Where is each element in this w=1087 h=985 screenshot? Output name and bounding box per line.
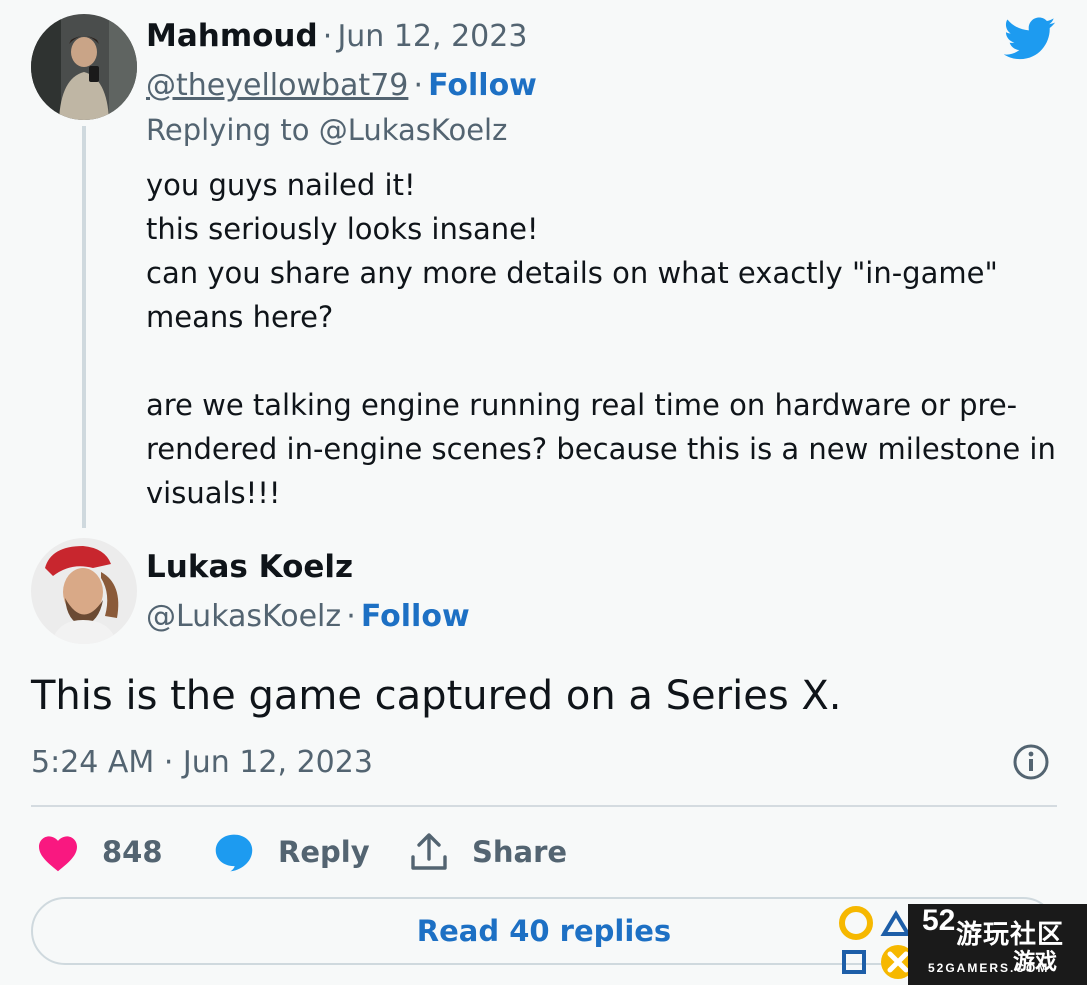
reply-body-line: rendered in-engine scenes? because this …	[146, 432, 1056, 466]
reply-body-line: means here?	[146, 300, 334, 334]
thread-connector-line	[82, 126, 86, 528]
separator-dot: ·	[413, 68, 424, 103]
reply-author-name[interactable]: Mahmoud	[146, 18, 318, 54]
main-handle-row: @LukasKoelz · Follow	[146, 599, 470, 634]
replying-to[interactable]: Replying to @LukasKoelz	[146, 113, 507, 147]
reply-body-line: you guys nailed it!	[146, 168, 416, 202]
main-author-handle[interactable]: @LukasKoelz	[146, 599, 341, 634]
divider	[31, 805, 1057, 807]
reply-icon[interactable]	[213, 832, 255, 872]
reply-header: Mahmoud · Jun 12, 2023	[146, 18, 527, 54]
watermark-symbols-icon	[839, 906, 915, 979]
share-icon[interactable]	[410, 832, 448, 872]
watermark-logo: 52 游玩社区 游戏 52GAMERS.COM	[838, 904, 1087, 985]
like-count: 848	[102, 835, 163, 869]
info-icon[interactable]	[1012, 743, 1050, 781]
watermark-site: 52GAMERS.COM	[928, 961, 1050, 975]
reply-body-line: visuals!!!	[146, 476, 281, 510]
reply-body-line: this seriously looks insane!	[146, 212, 539, 246]
reply-body: you guys nailed it! this seriously looks…	[146, 163, 1066, 515]
follow-button[interactable]: Follow	[361, 599, 470, 634]
reply-body-line: are we talking engine running real time …	[146, 388, 1018, 422]
reply-button-label[interactable]: Reply	[278, 835, 370, 869]
watermark-number: 52	[922, 904, 956, 937]
reply-body-line	[146, 339, 1066, 383]
twitter-bird-icon[interactable]	[1003, 17, 1056, 61]
main-author-name[interactable]: Lukas Koelz	[146, 549, 353, 585]
main-tweet-text: This is the game captured on a Series X.	[31, 673, 842, 719]
separator-dot: ·	[346, 599, 356, 634]
reply-author-avatar[interactable]	[31, 14, 137, 120]
share-button-label[interactable]: Share	[472, 835, 567, 869]
separator-dot: ·	[322, 19, 333, 54]
like-icon[interactable]	[37, 834, 79, 872]
reply-author-handle[interactable]: @theyellowbat79	[146, 68, 408, 103]
follow-button[interactable]: Follow	[428, 68, 537, 103]
reply-body-line: can you share any more details on what e…	[146, 256, 998, 290]
main-author-avatar[interactable]	[31, 538, 137, 644]
reply-date[interactable]: Jun 12, 2023	[337, 19, 527, 54]
reply-handle-row: @theyellowbat79 · Follow	[146, 68, 537, 103]
tweet-timestamp[interactable]: 5:24 AM · Jun 12, 2023	[31, 745, 373, 780]
read-replies-label: Read 40 replies	[416, 914, 672, 948]
